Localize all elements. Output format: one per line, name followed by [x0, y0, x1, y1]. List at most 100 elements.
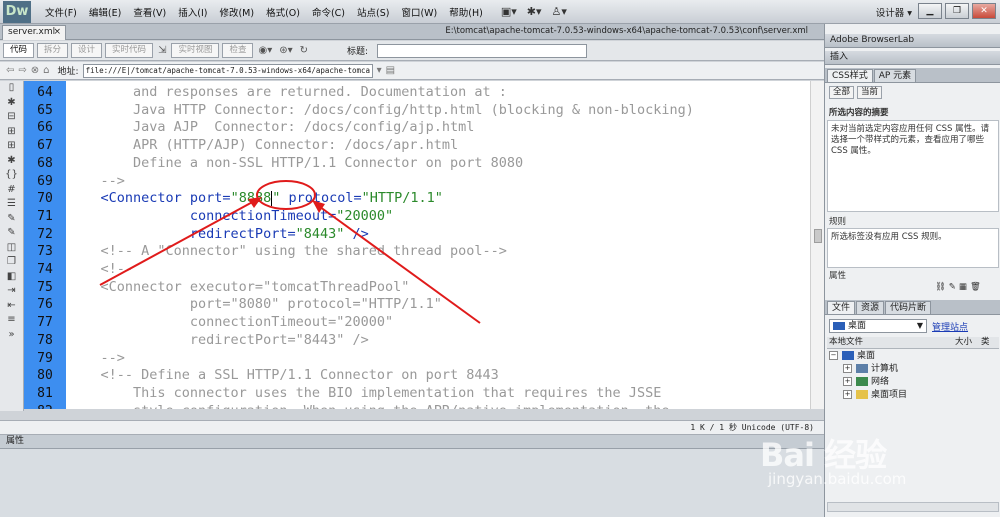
code-line[interactable]: and responses are returned. Documentatio…	[68, 84, 507, 102]
live-code-button[interactable]: 实时代码	[105, 43, 154, 58]
close-icon[interactable]: ×	[53, 26, 61, 39]
close-button[interactable]: ✕	[972, 3, 996, 19]
code-line[interactable]: <!--	[68, 261, 134, 279]
line-numbers-icon[interactable]: #	[0, 183, 23, 198]
tab-snippets[interactable]: 代码片断	[885, 301, 932, 314]
forward-icon[interactable]: ⇨	[18, 65, 26, 76]
chevron-down-icon[interactable]: ▾	[377, 65, 382, 76]
code-line[interactable]: -->	[68, 173, 125, 191]
vertical-scrollbar[interactable]	[810, 81, 824, 409]
design-view-button[interactable]: 设计	[71, 43, 103, 58]
menu-insert[interactable]: 插入(I)	[172, 5, 213, 19]
col-type[interactable]: 类	[981, 337, 990, 348]
live-view-button[interactable]: 实时视图	[171, 43, 220, 58]
collapse-icon[interactable]: −	[829, 351, 838, 360]
menu-help[interactable]: 帮助(H)	[443, 5, 489, 19]
address-options-icon[interactable]: ▤	[386, 65, 395, 76]
menu-view[interactable]: 查看(V)	[127, 5, 172, 19]
insert-panel-header[interactable]: 插入	[825, 51, 1000, 65]
expand-icon[interactable]: +	[843, 377, 852, 386]
split-view-button[interactable]: 拆分	[37, 43, 69, 58]
code-line[interactable]: <!-- Define a SSL HTTP/1.1 Connector on …	[68, 367, 499, 385]
collapse-tag-icon[interactable]: ⊟	[0, 110, 23, 125]
css-panel-actions[interactable]: ⛓✎▦🗑	[935, 282, 984, 293]
menu-site[interactable]: 站点(S)	[351, 5, 395, 19]
layout-icon[interactable]: ▣▾	[499, 5, 519, 18]
tab-server-xml[interactable]: server.xml ×	[2, 25, 66, 40]
title-input[interactable]	[377, 43, 588, 58]
address-input[interactable]: file:///E|/tomcat/apache-tomcat-7.0.53-w…	[82, 63, 373, 78]
expand-icon[interactable]: +	[843, 390, 852, 399]
menu-window[interactable]: 窗口(W)	[395, 5, 443, 19]
globe-icon[interactable]: ◉▾	[256, 45, 274, 56]
recent-snippets-icon[interactable]: ❐	[0, 255, 23, 270]
code-line[interactable]: Java AJP Connector: /docs/config/ajp.htm…	[68, 119, 474, 137]
code-line[interactable]: style configuration. When using the APR/…	[68, 403, 669, 409]
code-line[interactable]: redirectPort="8443" />	[68, 226, 369, 244]
tab-assets[interactable]: 资源	[856, 301, 885, 314]
code-line[interactable]: connectionTimeout="20000"	[68, 208, 393, 226]
code-line[interactable]: Define a non-SSL HTTP/1.1 Connector on p…	[68, 155, 523, 173]
validate-icon[interactable]: ⇲	[156, 45, 168, 56]
code-line[interactable]: port="8080" protocol="HTTP/1.1"	[68, 296, 442, 314]
home-icon[interactable]: ⌂	[43, 65, 49, 76]
refresh-icon[interactable]: ↻	[298, 45, 310, 56]
browser-check-icon[interactable]: ⊛▾	[277, 45, 294, 56]
all-rules-button[interactable]: 全部	[829, 86, 855, 99]
site-icon[interactable]: ♙▾	[550, 5, 569, 18]
tree-item-computer[interactable]: + 计算机	[843, 363, 898, 375]
browserlab-panel-header[interactable]: Adobe BrowserLab	[825, 34, 1000, 48]
scrollbar-thumb[interactable]	[814, 229, 822, 243]
tab-ap-elements[interactable]: AP 元素	[873, 69, 917, 82]
files-horizontal-scrollbar[interactable]	[827, 502, 999, 512]
code-line[interactable]: connectionTimeout="20000"	[68, 314, 393, 332]
menu-format[interactable]: 格式(O)	[260, 5, 306, 19]
format-source-icon[interactable]: ≡	[0, 313, 23, 328]
remove-comment-icon[interactable]: ✎	[0, 226, 23, 241]
code-line[interactable]: <Connector port="8888" protocol="HTTP/1.…	[68, 190, 443, 208]
code-line[interactable]: <Connector executor="tomcatThreadPool"	[68, 279, 410, 297]
highlight-invalid-icon[interactable]: ☰	[0, 197, 23, 212]
current-rules-button[interactable]: 当前	[857, 86, 883, 99]
tab-files[interactable]: 文件	[827, 301, 856, 314]
col-size[interactable]: 大小	[955, 337, 972, 348]
balance-braces-icon[interactable]: {}	[0, 168, 23, 183]
collapse-selection-icon[interactable]: ⊞	[0, 125, 23, 140]
tree-item-desktop[interactable]: − 桌面	[829, 350, 875, 362]
code-line[interactable]: APR (HTTP/AJP) Connector: /docs/apr.html	[68, 137, 458, 155]
inspect-button[interactable]: 检查	[222, 43, 254, 58]
manage-sites-link[interactable]: 管理站点	[932, 320, 968, 333]
move-css-icon[interactable]: ◧	[0, 270, 23, 285]
minimize-button[interactable]: ▁	[918, 3, 942, 19]
wrap-tag-icon[interactable]: ◫	[0, 241, 23, 256]
more-icon[interactable]: »	[0, 328, 23, 343]
code-line[interactable]: -->	[68, 350, 125, 368]
show-code-navigator-icon[interactable]: ✱	[0, 96, 23, 111]
menu-commands[interactable]: 命令(C)	[306, 5, 351, 19]
workspace-switcher[interactable]: 设计器 ▾	[876, 5, 912, 19]
menu-edit[interactable]: 编辑(E)	[83, 5, 127, 19]
code-editor[interactable]: and responses are returned. Documentatio…	[66, 81, 810, 409]
properties-panel-header[interactable]: 属性	[0, 435, 824, 449]
expand-icon[interactable]: +	[843, 364, 852, 373]
gear-icon[interactable]: ✱▾	[525, 5, 544, 18]
stop-icon[interactable]: ⊗	[31, 65, 39, 76]
menu-modify[interactable]: 修改(M)	[213, 5, 260, 19]
apply-comment-icon[interactable]: ✎	[0, 212, 23, 227]
indent-icon[interactable]: ⇥	[0, 284, 23, 299]
open-documents-icon[interactable]: ▯	[0, 81, 23, 96]
outdent-icon[interactable]: ⇤	[0, 299, 23, 314]
menu-file[interactable]: 文件(F)	[39, 5, 83, 19]
expand-all-icon[interactable]: ⊞	[0, 139, 23, 154]
code-line[interactable]: This connector uses the BIO implementati…	[68, 385, 661, 403]
tree-item-desktop-items[interactable]: + 桌面项目	[843, 389, 907, 401]
site-location-select[interactable]: 桌面 ▼	[829, 319, 927, 333]
code-view-button[interactable]: 代码	[3, 43, 35, 58]
col-local-files[interactable]: 本地文件	[829, 337, 863, 348]
code-line[interactable]: Java HTTP Connector: /docs/config/http.h…	[68, 102, 694, 120]
restore-button[interactable]: ❐	[945, 3, 969, 19]
code-line[interactable]: redirectPort="8443" />	[68, 332, 369, 350]
code-line[interactable]: <!-- A "Connector" using the shared thre…	[68, 243, 507, 261]
tree-item-network[interactable]: + 网络	[843, 376, 889, 388]
back-icon[interactable]: ⇦	[6, 65, 14, 76]
